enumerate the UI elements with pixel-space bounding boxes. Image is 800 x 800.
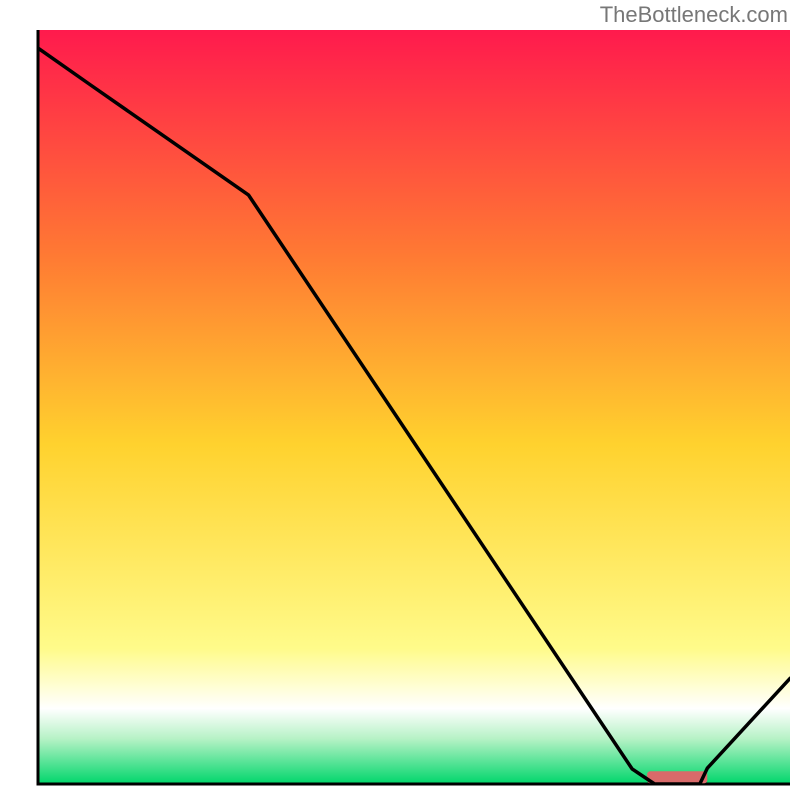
plot-background-gradient: [38, 30, 790, 784]
optimal-range-marker: [647, 771, 707, 783]
chart-container: TheBottleneck.com: [0, 0, 800, 800]
bottleneck-chart: [0, 0, 800, 800]
